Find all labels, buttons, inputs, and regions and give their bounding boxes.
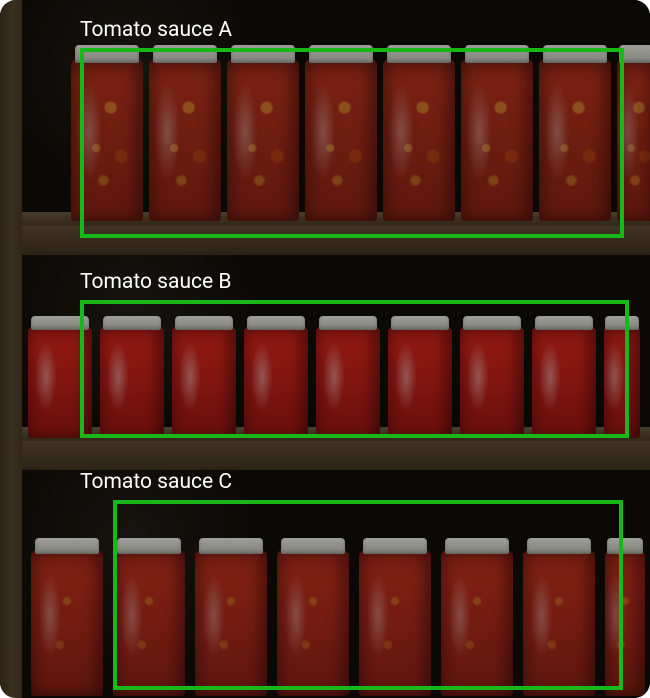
jar-row-1 xyxy=(68,45,617,225)
jar xyxy=(305,45,377,225)
shelf-row-3 xyxy=(0,470,650,698)
annotated-image: Tomato sauce A Tomato sauce B Tomato sau… xyxy=(0,0,650,698)
jar xyxy=(388,316,452,440)
jar xyxy=(539,45,611,225)
jar xyxy=(461,45,533,225)
jar xyxy=(359,538,431,698)
jar xyxy=(227,45,299,225)
jar xyxy=(523,538,595,698)
jar-row-2 xyxy=(24,316,604,440)
jar xyxy=(617,45,650,225)
jar xyxy=(441,538,513,698)
wood-shelf xyxy=(0,440,650,470)
wood-post xyxy=(0,0,22,698)
shelf-row-1 xyxy=(0,0,650,255)
jar xyxy=(195,538,267,698)
jar xyxy=(316,316,380,440)
jar xyxy=(149,45,221,225)
jar xyxy=(31,538,103,698)
jar xyxy=(277,538,349,698)
jar xyxy=(605,538,645,698)
jar xyxy=(244,316,308,440)
jar xyxy=(532,316,596,440)
jar xyxy=(113,538,185,698)
jar xyxy=(71,45,143,225)
jar xyxy=(460,316,524,440)
jar xyxy=(604,316,640,440)
shelf-row-2 xyxy=(0,255,650,470)
jar xyxy=(28,316,92,440)
jar xyxy=(172,316,236,440)
jar-row-3 xyxy=(26,538,605,698)
jar xyxy=(383,45,455,225)
jar xyxy=(100,316,164,440)
wood-shelf xyxy=(0,225,650,255)
